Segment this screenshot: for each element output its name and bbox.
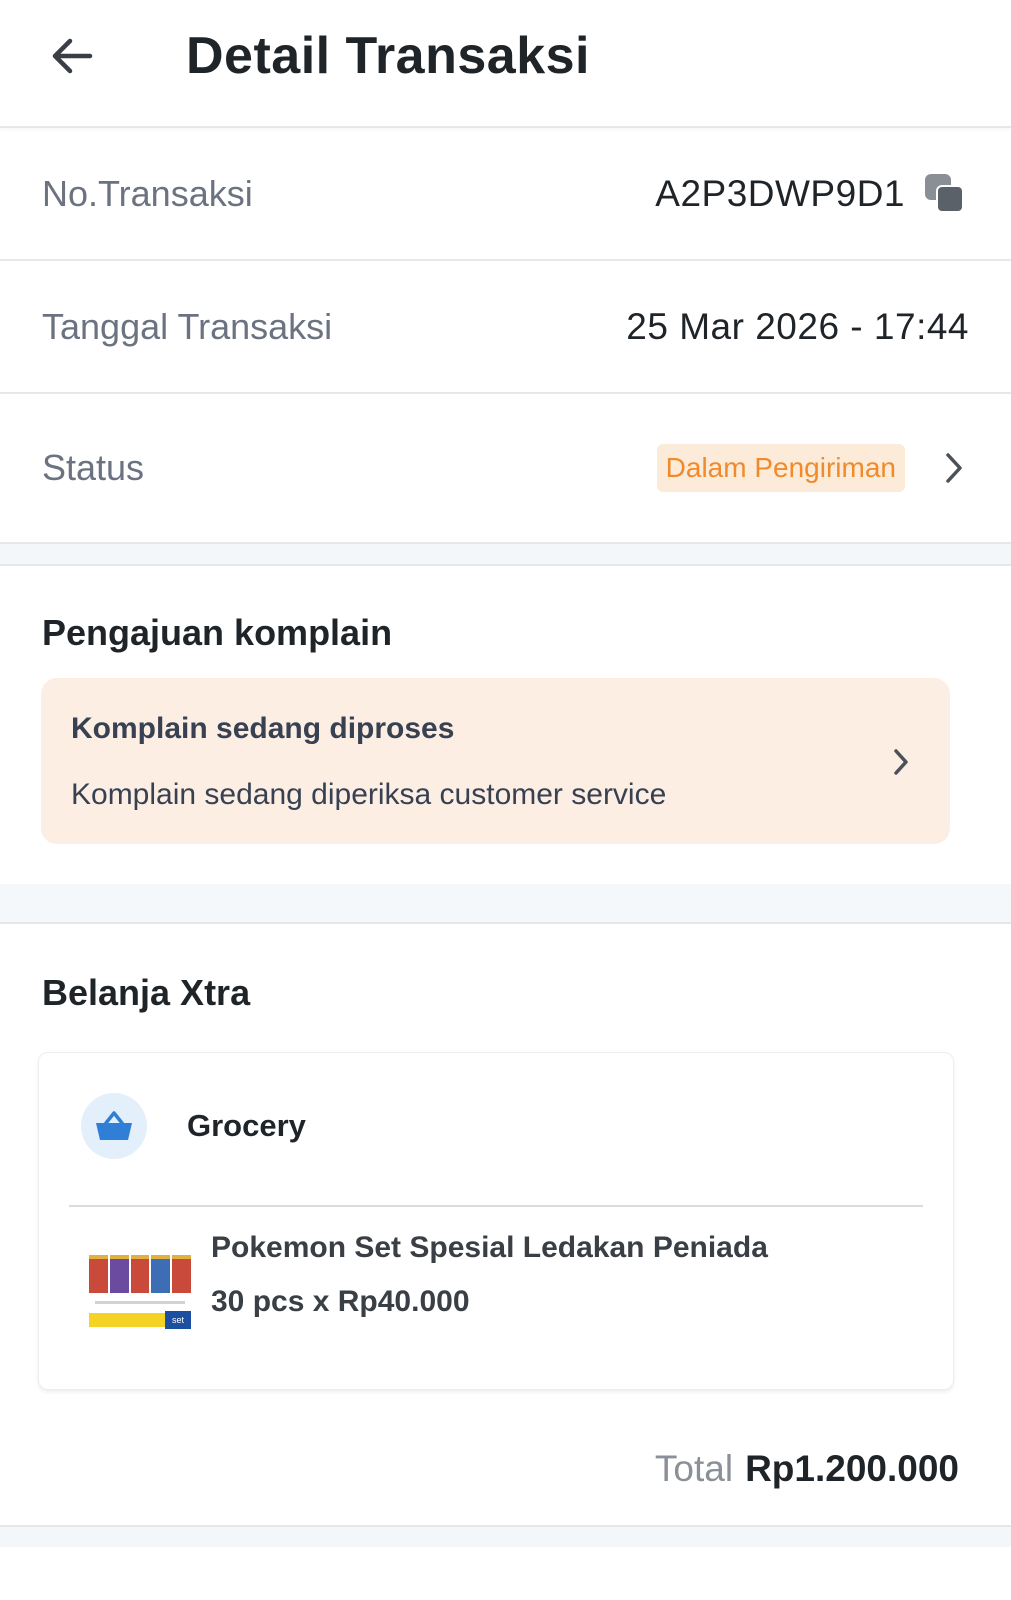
section-divider (0, 544, 1011, 566)
order-total: Total Rp1.200.000 (655, 1448, 959, 1490)
product-image-set-tag: set (165, 1311, 191, 1329)
complaint-card-subtitle: Komplain sedang diperiksa customer servi… (71, 778, 667, 811)
complaint-card-title: Komplain sedang diproses (71, 712, 455, 745)
chevron-right-icon[interactable] (939, 448, 969, 488)
chevron-right-icon[interactable] (886, 742, 916, 782)
transaction-number-label: No.Transaksi (42, 172, 253, 214)
product-quantity-price: 30 pcs x Rp40.000 (211, 1285, 470, 1318)
page-title: Detail Transaksi (186, 27, 590, 85)
order-section-title: Belanja Xtra (42, 972, 251, 1013)
complaint-section-title: Pengajuan komplain (42, 612, 393, 653)
complaint-status-card[interactable]: Komplain sedang diproses Komplain sedang… (41, 678, 950, 844)
transaction-number-value-group: A2P3DWP9D1 (655, 173, 969, 215)
copy-icon[interactable] (925, 173, 965, 214)
basket-icon (81, 1093, 147, 1159)
back-button[interactable] (44, 28, 100, 84)
status-badge: Dalam Pengiriman (656, 444, 905, 492)
store-name: Grocery (187, 1108, 306, 1143)
product-image-caption-line (95, 1301, 185, 1304)
transaction-number-value: A2P3DWP9D1 (655, 172, 905, 214)
total-label: Total (654, 1448, 734, 1489)
section-divider (0, 1525, 1011, 1547)
transaction-date-value: 25 Mar 2026 - 17:44 (626, 305, 969, 347)
store-row: Grocery (81, 1093, 306, 1159)
product-image[interactable]: set (89, 1251, 191, 1331)
order-card: Grocery set Pokemon Set Spesial Ledakan … (38, 1052, 954, 1390)
transaction-info: No.Transaksi A2P3DWP9D1 Tanggal Transaks… (0, 128, 1011, 544)
transaction-number-row: No.Transaksi A2P3DWP9D1 (0, 128, 1011, 261)
total-amount: Rp1.200.000 (745, 1448, 959, 1489)
status-row[interactable]: Status Dalam Pengiriman (0, 394, 1011, 544)
product-name[interactable]: Pokemon Set Spesial Ledakan Peniada (211, 1231, 768, 1265)
status-value-group: Dalam Pengiriman (656, 444, 969, 492)
app-bar: Detail Transaksi (0, 0, 1011, 128)
status-label: Status (42, 447, 145, 488)
arrow-left-icon (52, 38, 93, 74)
product-image-banner (89, 1313, 169, 1327)
section-divider (0, 884, 1011, 924)
card-divider (69, 1205, 923, 1207)
transaction-date-row: Tanggal Transaksi 25 Mar 2026 - 17:44 (0, 261, 1011, 394)
copy-icon-front-sheet (936, 184, 964, 213)
product-image-packs (89, 1255, 191, 1293)
complaint-section: Pengajuan komplain Komplain sedang dipro… (0, 566, 1011, 884)
transaction-date-label: Tanggal Transaksi (42, 305, 333, 347)
order-section: Belanja Xtra Grocery set Pokemon Set Spe… (0, 924, 1011, 1547)
